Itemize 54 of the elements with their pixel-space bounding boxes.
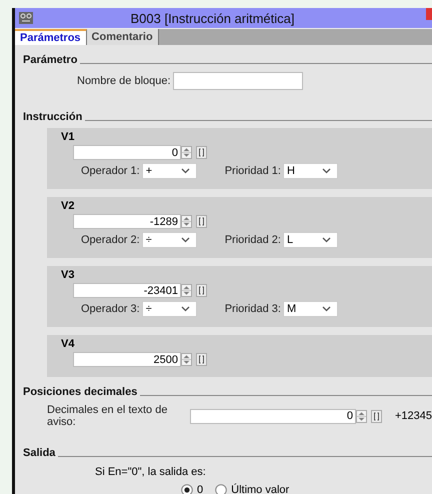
bracket-icon[interactable]	[370, 410, 382, 422]
field-label: Prioridad 3:	[224, 303, 281, 315]
spinner-icon[interactable]	[181, 284, 192, 297]
dropdown[interactable]: ÷	[142, 301, 197, 317]
value-name: V4	[61, 338, 76, 350]
field-label: Operador 2:	[81, 234, 140, 246]
bracket-icon[interactable]	[196, 284, 207, 297]
number-field[interactable]: 2500	[73, 352, 181, 367]
bracket-icon[interactable]	[196, 215, 207, 228]
section-title: Parámetro	[23, 54, 78, 66]
chevron-icon	[180, 237, 190, 243]
dropdown[interactable]: +	[142, 163, 197, 179]
radio-icon[interactable]	[215, 484, 228, 494]
number-field[interactable]: 0	[190, 408, 356, 424]
dropdown[interactable]: M	[282, 301, 338, 317]
field-label: Operador 1:	[81, 165, 140, 177]
spinner-icon[interactable]	[181, 146, 192, 159]
field-label: Nombre de bloque:	[77, 75, 171, 87]
tab[interactable]: Comentario	[86, 29, 159, 45]
dropdown[interactable]: H	[282, 163, 338, 179]
radio-option[interactable]: 0	[181, 484, 204, 494]
spinner-icon[interactable]	[181, 215, 192, 228]
chevron-icon	[180, 306, 190, 312]
value-name: V3	[61, 269, 76, 281]
section-title: Salida	[23, 447, 56, 459]
bracket-icon[interactable]	[196, 353, 207, 366]
chevron-icon	[322, 168, 331, 174]
number-field[interactable]: -23401	[73, 283, 181, 298]
tab[interactable]: Parámetros	[15, 29, 87, 45]
number-field[interactable]: -1289	[73, 214, 181, 229]
chevron-icon	[322, 306, 331, 312]
radio-option[interactable]: Último valor	[215, 484, 290, 494]
preview-text: +12345	[394, 410, 432, 422]
spinner-icon[interactable]	[356, 410, 367, 422]
section-title: Instrucción	[23, 111, 82, 123]
input-field[interactable]	[172, 72, 303, 90]
radio-icon[interactable]	[181, 484, 193, 494]
chevron-icon	[322, 237, 331, 243]
number-field[interactable]: 0	[73, 145, 181, 160]
field-label: Decimales en el texto de aviso:	[47, 404, 168, 428]
dropdown[interactable]: L	[282, 232, 338, 248]
field-label: Operador 3:	[81, 303, 140, 315]
spinner-icon[interactable]	[181, 353, 192, 366]
value-name: V2	[61, 200, 76, 212]
window-title: B003 [Instrucción aritmética]	[129, 10, 296, 26]
field-label: Prioridad 2:	[224, 234, 281, 246]
dropdown[interactable]: ÷	[142, 232, 197, 248]
bracket-icon[interactable]	[196, 146, 207, 159]
value-name: V1	[61, 131, 76, 143]
field-label: Prioridad 1:	[224, 165, 281, 177]
chevron-icon	[180, 168, 190, 174]
app-icon	[19, 12, 33, 24]
prompt-text: Si En="0", la salida es:	[94, 466, 207, 478]
section-title: Posiciones decimales	[23, 386, 138, 398]
